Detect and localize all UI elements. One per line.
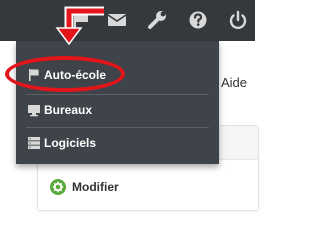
- top-navbar: [0, 0, 255, 41]
- menu-item-label: Logiciels: [44, 136, 97, 150]
- help-icon[interactable]: [187, 9, 209, 31]
- menu-item-label: Auto-école: [44, 68, 107, 82]
- wrench-icon[interactable]: [146, 9, 168, 31]
- server-icon: [27, 136, 41, 150]
- menu-item-bureaux[interactable]: Bureaux: [16, 94, 219, 126]
- flag-icon: [27, 68, 41, 82]
- envelope-icon[interactable]: [106, 9, 128, 31]
- modifier-label: Modifier: [72, 180, 119, 194]
- monitor-icon: [27, 103, 41, 117]
- menu-item-auto-ecole[interactable]: Auto-école: [16, 59, 219, 91]
- menu-item-logiciels[interactable]: Logiciels: [16, 127, 219, 159]
- gear-icon: [50, 179, 66, 195]
- power-icon[interactable]: [227, 9, 249, 31]
- flag-icon[interactable]: [70, 9, 92, 31]
- dropdown-menu: Auto-école Bureaux Logiciels: [16, 41, 219, 164]
- menu-item-label: Bureaux: [44, 103, 93, 117]
- aide-label[interactable]: Aide: [221, 75, 247, 90]
- modifier-button[interactable]: Modifier: [50, 178, 119, 196]
